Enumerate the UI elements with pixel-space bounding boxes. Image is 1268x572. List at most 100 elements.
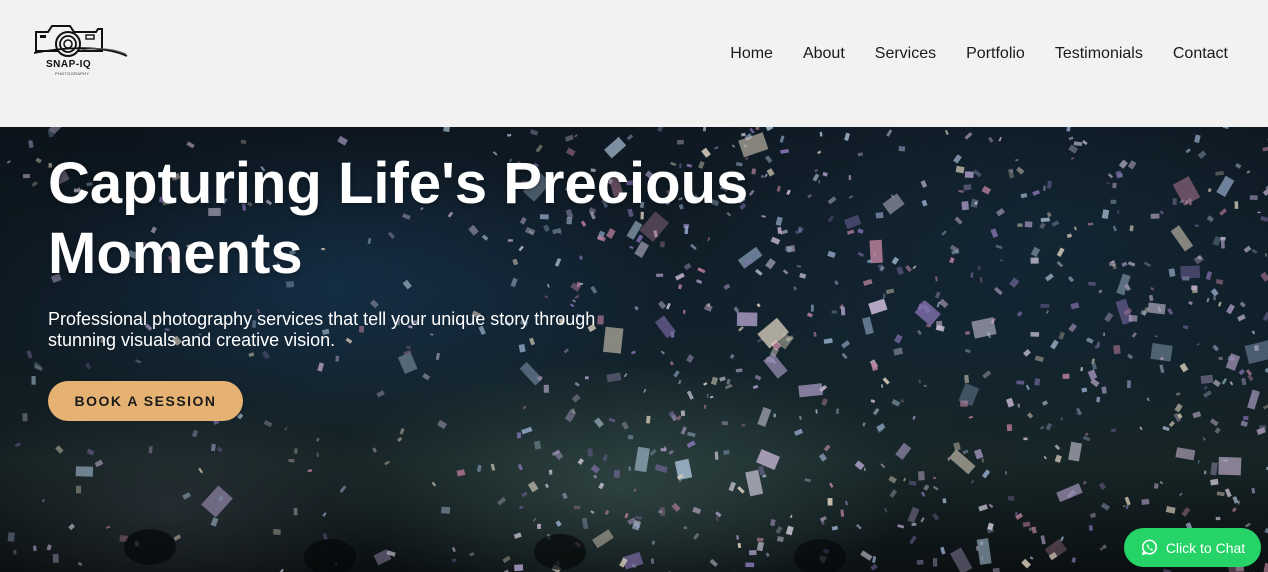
confetti-piece: [756, 537, 764, 542]
confetti-piece: [883, 507, 888, 513]
confetti-piece: [1243, 245, 1252, 253]
confetti-piece: [1203, 385, 1208, 390]
confetti-piece: [75, 466, 94, 477]
confetti-piece: [1016, 311, 1023, 317]
confetti-piece: [654, 464, 668, 474]
confetti-piece: [1219, 208, 1227, 216]
confetti-piece: [678, 479, 682, 483]
confetti-piece: [469, 552, 475, 557]
confetti-piece: [815, 409, 818, 414]
confetti-piece: [577, 458, 585, 465]
confetti-piece: [1206, 215, 1215, 223]
confetti-piece: [441, 506, 451, 514]
confetti-piece: [731, 144, 736, 148]
confetti-piece: [749, 127, 755, 134]
confetti-piece: [846, 229, 855, 235]
confetti-piece: [1238, 368, 1246, 376]
confetti-piece: [949, 547, 973, 572]
confetti-piece: [831, 525, 839, 531]
confetti-piece: [1146, 397, 1150, 402]
confetti-piece: [1112, 182, 1117, 189]
confetti-piece: [52, 553, 59, 563]
confetti-piece: [1068, 441, 1083, 462]
confetti-piece: [860, 550, 873, 561]
confetti-piece: [741, 423, 746, 427]
confetti-piece: [216, 446, 224, 453]
confetti-piece: [86, 448, 95, 456]
confetti-piece: [85, 362, 92, 370]
confetti-piece: [941, 230, 947, 236]
confetti-piece: [1070, 157, 1075, 160]
confetti-piece: [633, 488, 637, 492]
confetti-piece: [1229, 381, 1234, 386]
confetti-piece: [1030, 257, 1039, 264]
confetti-piece: [810, 304, 814, 312]
confetti-piece: [1209, 418, 1219, 427]
confetti-piece: [1042, 400, 1048, 406]
confetti-piece: [896, 266, 904, 276]
confetti-piece: [827, 498, 833, 506]
confetti-piece: [1221, 378, 1228, 385]
brand-logo[interactable]: SNAP-IQ PHOTOGRAPHY: [30, 20, 130, 80]
confetti-piece: [920, 180, 928, 188]
nav-testimonials[interactable]: Testimonials: [1055, 44, 1143, 64]
confetti-piece: [964, 374, 970, 384]
nav-contact[interactable]: Contact: [1173, 44, 1228, 64]
confetti-piece: [693, 532, 700, 540]
confetti-piece: [521, 491, 528, 498]
confetti-piece: [186, 141, 195, 149]
confetti-piece: [1058, 331, 1066, 340]
nav-about[interactable]: About: [803, 44, 845, 64]
confetti-piece: [831, 310, 838, 314]
confetti-piece: [863, 467, 866, 472]
confetti-piece: [581, 517, 589, 530]
confetti-piece: [1167, 308, 1174, 315]
confetti-piece: [1009, 277, 1020, 288]
crowd-silhouette: [794, 539, 846, 572]
confetti-piece: [807, 194, 813, 199]
confetti-piece: [574, 133, 578, 138]
confetti-piece: [891, 399, 901, 407]
confetti-piece: [954, 216, 963, 225]
confetti-piece: [1240, 420, 1248, 427]
confetti-piece: [1202, 437, 1206, 441]
confetti-piece: [1056, 483, 1083, 503]
nav-home[interactable]: Home: [730, 44, 773, 64]
confetti-piece: [590, 464, 601, 474]
confetti-piece: [823, 444, 831, 452]
confetti-piece: [1101, 209, 1110, 220]
confetti-piece: [1172, 198, 1177, 206]
confetti-piece: [932, 513, 940, 521]
nav-services[interactable]: Services: [875, 44, 936, 64]
confetti-piece: [953, 154, 962, 164]
confetti-piece: [651, 540, 656, 545]
confetti-piece: [1043, 455, 1047, 460]
confetti-piece: [692, 506, 702, 515]
confetti-piece: [669, 361, 674, 366]
confetti-piece: [657, 127, 664, 132]
confetti-piece: [643, 388, 647, 393]
confetti-piece: [917, 329, 922, 336]
book-session-button[interactable]: BOOK A SESSION: [48, 381, 243, 421]
confetti-piece: [660, 448, 667, 452]
confetti-piece: [1154, 335, 1158, 338]
nav-portfolio[interactable]: Portfolio: [966, 44, 1025, 64]
confetti-piece: [1182, 325, 1189, 330]
confetti-piece: [602, 454, 608, 462]
confetti-piece: [1143, 261, 1151, 268]
confetti-piece: [626, 134, 634, 141]
confetti-piece: [1118, 159, 1128, 169]
confetti-piece: [237, 413, 244, 420]
confetti-piece: [587, 448, 593, 457]
confetti-piece: [1262, 312, 1268, 322]
confetti-piece: [976, 538, 992, 565]
confetti-piece: [1194, 224, 1199, 227]
confetti-piece: [1127, 380, 1131, 389]
click-to-chat-button[interactable]: Click to Chat: [1124, 528, 1261, 567]
confetti-piece: [1257, 211, 1261, 214]
confetti-piece: [872, 407, 880, 416]
confetti-piece: [755, 127, 760, 131]
confetti-piece: [1066, 127, 1071, 132]
confetti-piece: [1086, 337, 1094, 344]
confetti-piece: [22, 413, 28, 422]
